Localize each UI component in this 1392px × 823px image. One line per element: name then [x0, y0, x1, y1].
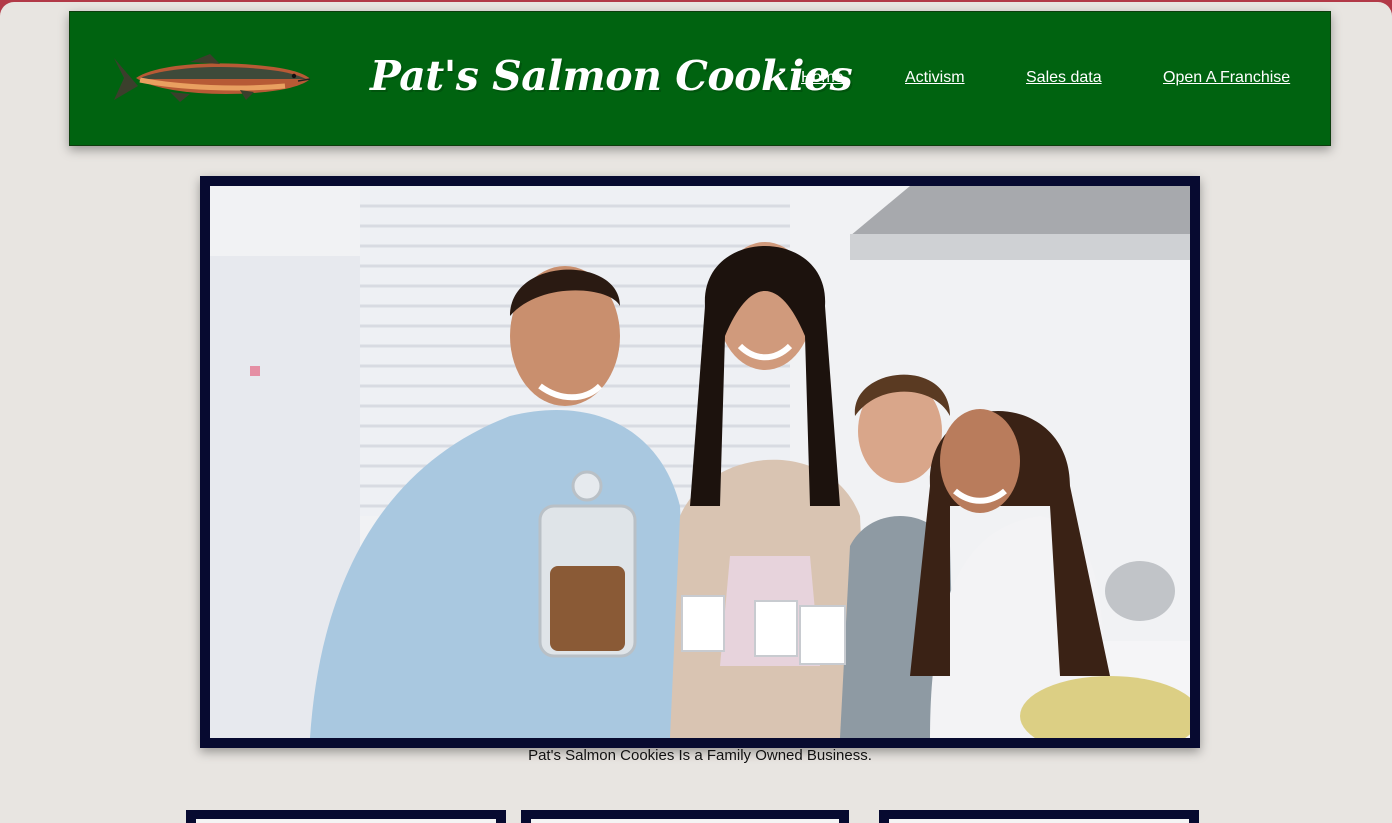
nav-home-link[interactable]: Home	[801, 69, 844, 87]
family-kitchen-photo	[210, 186, 1190, 738]
site-title: Pat's Salmon Cookies	[370, 52, 853, 100]
nav-open-franchise-link[interactable]: Open A Franchise	[1163, 69, 1290, 87]
page: Pat's Salmon Cookies Home Activism Sales…	[0, 2, 1392, 823]
feature-card	[879, 810, 1199, 823]
feature-card	[521, 810, 849, 823]
hero-caption: Pat's Salmon Cookies Is a Family Owned B…	[528, 747, 872, 764]
nav-sales-data-link[interactable]: Sales data	[1026, 69, 1102, 87]
nav-activism-link[interactable]: Activism	[905, 69, 965, 87]
salmon-fish-icon	[114, 54, 311, 102]
hero-frame	[200, 176, 1200, 748]
feature-card	[186, 810, 506, 823]
site-header: Pat's Salmon Cookies Home Activism Sales…	[69, 11, 1331, 146]
